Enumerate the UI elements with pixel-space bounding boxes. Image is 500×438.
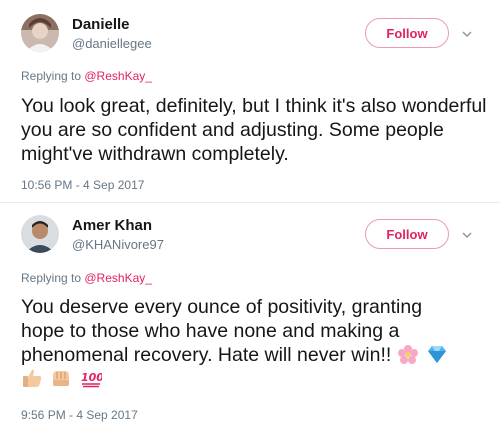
replying-to-label: Replying to bbox=[21, 271, 85, 285]
chevron-down-icon[interactable] bbox=[461, 28, 473, 40]
replying-to-link[interactable]: @ReshKay_ bbox=[84, 69, 152, 83]
tweet-text-content: You deserve every ounce of positivity, g… bbox=[21, 296, 423, 366]
gem-icon bbox=[428, 346, 447, 363]
cherry-blossom-icon bbox=[397, 345, 418, 364]
replying-to-label: Replying to bbox=[21, 69, 85, 83]
avatar[interactable] bbox=[21, 215, 59, 253]
replying-to-link[interactable]: @ReshKay_ bbox=[84, 271, 152, 285]
display-name[interactable]: Amer Khan bbox=[72, 217, 152, 234]
user-handle[interactable]: @KHANivore97 bbox=[72, 237, 164, 252]
timestamp[interactable]: 9:56 PM - 4 Sep 2017 bbox=[21, 408, 138, 422]
avatar[interactable] bbox=[21, 14, 59, 52]
svg-text:100: 100 bbox=[81, 371, 102, 384]
follow-button[interactable]: Follow bbox=[365, 18, 449, 48]
follow-button[interactable]: Follow bbox=[365, 219, 449, 249]
timestamp[interactable]: 10:56 PM - 4 Sep 2017 bbox=[21, 178, 144, 192]
user-handle[interactable]: @daniellegee bbox=[72, 36, 152, 51]
display-name[interactable]: Danielle bbox=[72, 16, 130, 33]
thumbs-up-icon bbox=[23, 369, 42, 387]
tweet-amer-khan: Amer Khan @KHANivore97 Follow Replying t… bbox=[0, 203, 500, 438]
replying-to: Replying to @ReshKay_ bbox=[21, 69, 152, 83]
tweet-text: You look great, definitely, but I think … bbox=[21, 95, 487, 165]
chevron-down-icon[interactable] bbox=[461, 229, 473, 241]
replying-to: Replying to @ReshKay_ bbox=[21, 271, 152, 285]
tweet-danielle: Danielle @daniellegee Follow Replying to… bbox=[0, 0, 500, 203]
tweet-text: You deserve every ounce of positivity, g… bbox=[21, 295, 461, 391]
hundred-points-icon: 100 bbox=[81, 371, 102, 388]
fist-icon bbox=[53, 371, 70, 386]
